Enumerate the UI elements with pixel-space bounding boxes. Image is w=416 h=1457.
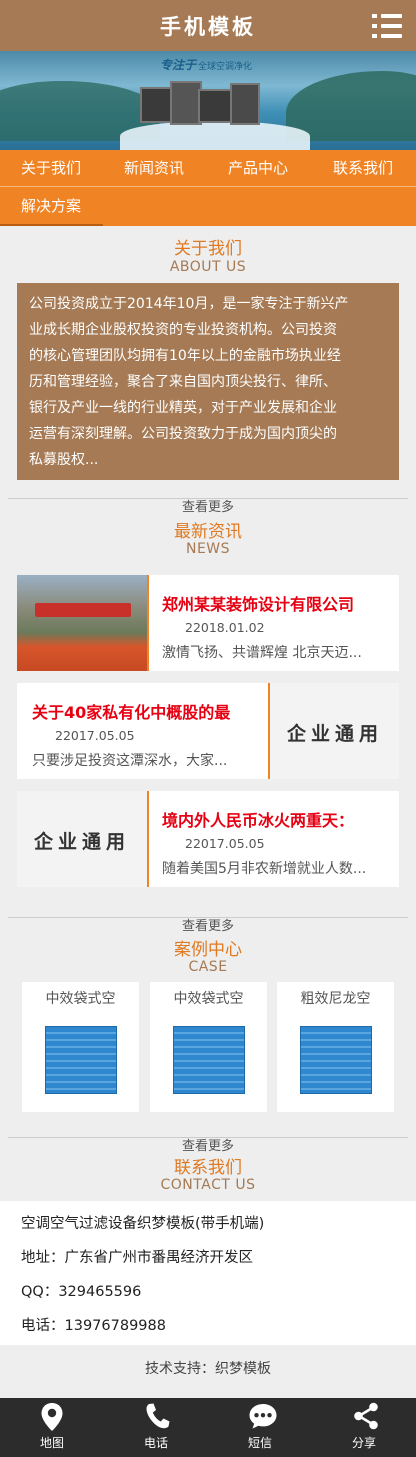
contact-title: 联系我们 [174, 1158, 242, 1178]
app-header: 手机模板 [0, 0, 416, 51]
news-more-link[interactable]: 查看更多 [8, 915, 408, 934]
news-item[interactable]: 关于40家私有化中概股的最 22017.05.05 只要涉足投资这潭深水，大家.… [17, 683, 399, 779]
nav-item-contact[interactable]: 联系我们 [333, 150, 393, 187]
about-line: 运营有深刻理解。公司投资致力于成为国内顶尖的 [29, 426, 337, 442]
about-subtitle: ABOUT US [169, 259, 247, 275]
news-accent-bar [147, 575, 149, 671]
about-summary[interactable]: 公司投资成立于2014年10月，是一家专注于新兴产 业成长期企业股权投资的专业投… [17, 283, 399, 480]
case-item[interactable]: 中效袋式空 [22, 982, 139, 1112]
about-more[interactable]: 查看更多 [8, 496, 408, 515]
tab-label: 短信 [247, 1436, 272, 1450]
case-subtitle: CASE [188, 959, 228, 975]
news-item-date: 22018.01.02 [185, 620, 265, 635]
case-item-image[interactable] [300, 1026, 372, 1094]
about-line: 历和管理经验，聚合了来自国内顶尖投行、律所、 [29, 374, 337, 390]
bottom-tabbar: 地图 电话 短信 分享 [0, 1398, 416, 1457]
news-item-date: 22017.05.05 [55, 728, 135, 743]
hamburger-menu-icon[interactable] [372, 14, 402, 38]
nav-item-about[interactable]: 关于我们 [21, 150, 81, 187]
news-item-title[interactable]: 境内外人民币冰火两重天： [162, 807, 387, 831]
phone-icon [146, 1403, 170, 1429]
banner-brand-tag: 全球空调净化 [198, 62, 253, 72]
contact-address: 地址：广东省广州市番禺经济开发区 [21, 1250, 253, 1266]
nav-item-products[interactable]: 产品中心 [228, 150, 288, 187]
case-more-link[interactable]: 查看更多 [8, 1135, 408, 1154]
contact-phone[interactable]: 电话：13976789988 [21, 1314, 166, 1335]
news-more[interactable]: 查看更多 [8, 915, 408, 934]
news-thumbnail-text: 企业通用 [33, 831, 130, 853]
tab-label: 电话 [143, 1436, 168, 1450]
tab-message[interactable]: 短信 [208, 1398, 312, 1457]
about-more-link[interactable]: 查看更多 [8, 496, 408, 515]
tab-label: 分享 [351, 1436, 376, 1450]
case-item-image[interactable] [173, 1026, 245, 1094]
news-title: 最新资讯 [174, 522, 242, 542]
about-title: 关于我们 [174, 239, 242, 259]
contact-company: 空调空气过滤设备织梦模板(带手机端) [21, 1216, 265, 1232]
case-item[interactable]: 中效袋式空 [150, 982, 267, 1112]
nav-item-news[interactable]: 新闻资讯 [124, 150, 184, 187]
news-thumbnail: 企业通用 [17, 791, 147, 887]
case-item-title[interactable]: 粗效尼龙空 [277, 988, 394, 1008]
case-title: 案例中心 [174, 940, 242, 960]
tech-support[interactable]: 技术支持：织梦模板 [0, 1358, 416, 1378]
news-item[interactable]: 郑州某某装饰设计有限公司 22018.01.02 激情飞扬、共谱辉煌 北京天迈.… [17, 575, 399, 671]
about-line: 的核心管理团队均拥有10年以上的金融市场执业经 [29, 348, 341, 364]
case-more[interactable]: 查看更多 [8, 1135, 408, 1154]
contact-qq[interactable]: QQ：329465596 [21, 1280, 141, 1301]
contact-subtitle: CONTACT US [160, 1177, 256, 1193]
main-nav: 关于我们 新闻资讯 产品中心 联系我们 解决方案 [0, 150, 416, 226]
news-thumbnail [17, 575, 147, 671]
banner-brand: 专注于 全球空调净化 [160, 56, 252, 73]
about-line: 公司投资成立于2014年10月，是一家专注于新兴产 [29, 296, 349, 312]
news-item-summary: 随着美国5月非农新增就业人数... [162, 861, 367, 877]
tab-label: 地图 [39, 1436, 64, 1450]
news-item-date: 22017.05.05 [185, 836, 265, 851]
news-item-title[interactable]: 关于40家私有化中概股的最 [32, 699, 257, 723]
about-line: 私募股权... [29, 452, 99, 468]
nav-item-solutions[interactable]: 解决方案 [0, 187, 103, 226]
case-item-title[interactable]: 中效袋式空 [150, 988, 267, 1008]
map-pin-icon [41, 1403, 63, 1431]
page-title: 手机模板 [160, 15, 256, 39]
case-item-title[interactable]: 中效袋式空 [22, 988, 139, 1008]
news-item-summary: 只要涉足投资这潭深水，大家... [32, 753, 228, 769]
case-item[interactable]: 粗效尼龙空 [277, 982, 394, 1112]
tab-share[interactable]: 分享 [312, 1398, 416, 1457]
banner-filter-units [140, 73, 280, 133]
tab-phone[interactable]: 电话 [104, 1398, 208, 1457]
hero-banner[interactable]: 专注于 全球空调净化 [0, 51, 416, 150]
news-item-summary: 激情飞扬、共谱辉煌 北京天迈... [162, 645, 362, 661]
contact-info: 空调空气过滤设备织梦模板(带手机端) 地址：广东省广州市番禺经济开发区 QQ：3… [0, 1201, 416, 1345]
news-thumbnail-text: 企业通用 [286, 723, 383, 745]
news-item-title[interactable]: 郑州某某装饰设计有限公司 [162, 591, 387, 615]
news-item[interactable]: 企业通用 境内外人民币冰火两重天： 22017.05.05 随着美国5月非农新增… [17, 791, 399, 887]
news-accent-bar [147, 791, 149, 887]
news-subtitle: NEWS [185, 541, 231, 557]
news-thumbnail: 企业通用 [270, 683, 399, 779]
banner-brand-script: 专注于 [160, 58, 197, 72]
message-icon [249, 1404, 277, 1429]
about-line: 银行及产业一线的行业精英，对于产业发展和企业 [29, 400, 337, 416]
about-line: 业成长期企业股权投资的专业投资机构。公司投资 [29, 322, 337, 338]
case-item-image[interactable] [45, 1026, 117, 1094]
share-icon [354, 1402, 378, 1430]
tab-map[interactable]: 地图 [0, 1398, 104, 1457]
